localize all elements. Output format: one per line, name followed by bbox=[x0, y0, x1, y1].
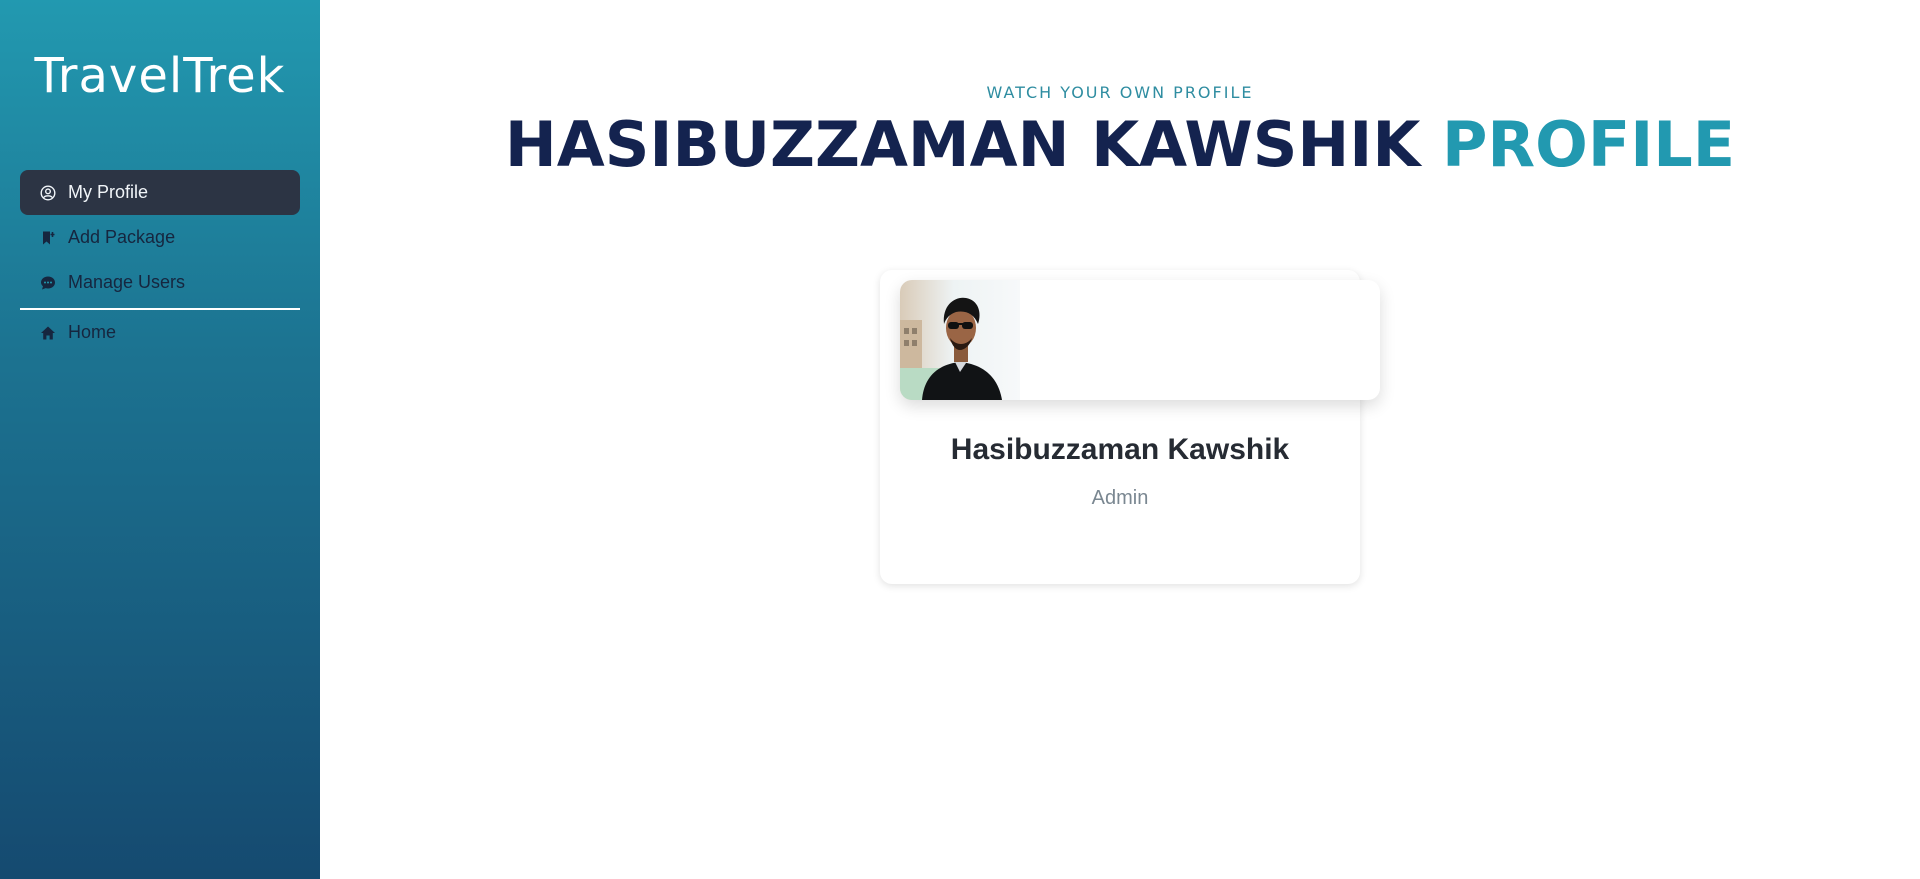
app-root: TravelTrek My Profile Add Package Manage… bbox=[0, 0, 1920, 879]
page-title-name: HASIBUZZAMAN KAWSHIK bbox=[504, 108, 1421, 181]
sidebar-item-add-package[interactable]: Add Package bbox=[20, 215, 300, 260]
profile-role: Admin bbox=[1091, 487, 1149, 509]
sidebar-nav: My Profile Add Package Manage Users bbox=[20, 170, 300, 305]
page-subtitle: WATCH YOUR OWN PROFILE bbox=[986, 83, 1254, 102]
sidebar-item-home[interactable]: Home bbox=[20, 310, 300, 355]
sidebar: TravelTrek My Profile Add Package Manage… bbox=[0, 0, 320, 879]
home-icon bbox=[40, 325, 56, 341]
sidebar-item-label: Add Package bbox=[68, 227, 176, 247]
sidebar-item-label: Home bbox=[68, 322, 117, 342]
sidebar-item-label: Manage Users bbox=[68, 272, 186, 292]
profile-card: Hasibuzzaman Kawshik Admin bbox=[880, 270, 1380, 584]
page-title: HASIBUZZAMAN KAWSHIK PROFILE bbox=[320, 108, 1920, 181]
user-circle-icon bbox=[40, 184, 56, 201]
sidebar-item-label: My Profile bbox=[68, 182, 149, 202]
chat-bubble-icon bbox=[40, 275, 56, 291]
sidebar-nav-secondary: Home bbox=[20, 310, 300, 355]
profile-photo-strip bbox=[900, 280, 1380, 400]
page-title-accent: PROFILE bbox=[1441, 108, 1736, 181]
sidebar-item-manage-users[interactable]: Manage Users bbox=[20, 260, 300, 305]
bookmark-plus-icon bbox=[40, 230, 56, 246]
sidebar-item-my-profile[interactable]: My Profile bbox=[20, 170, 300, 215]
avatar bbox=[900, 280, 1020, 400]
brand-logo[interactable]: TravelTrek bbox=[20, 0, 300, 170]
main-content: WATCH YOUR OWN PROFILE HASIBUZZAMAN KAWS… bbox=[320, 0, 1920, 879]
profile-name: Hasibuzzaman Kawshik bbox=[950, 433, 1290, 466]
